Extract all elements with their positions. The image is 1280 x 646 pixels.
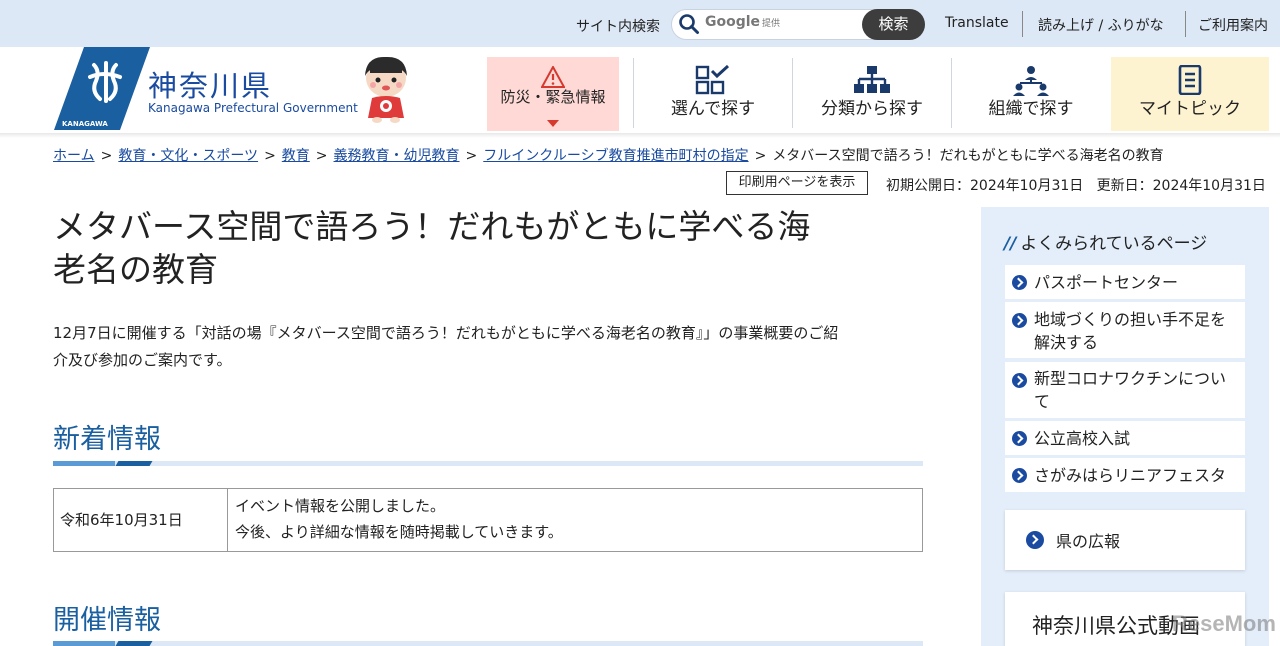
tree-icon	[854, 66, 890, 93]
section-heading-news: 新着情報	[53, 424, 161, 455]
nav-label: 防災・緊急情報	[500, 88, 606, 106]
usage-guide-link[interactable]: ご利用案内	[1198, 15, 1268, 35]
grid-check-icon	[695, 65, 730, 95]
notebook-icon	[1178, 65, 1202, 95]
news-table: 令和6年10月31日 イベント情報を公開しました。 今後、より詳細な情報を随時掲載…	[53, 488, 923, 552]
nav-label: 分類から探す	[821, 99, 923, 119]
org-icon	[1013, 66, 1049, 96]
chevron-right-icon	[1012, 468, 1027, 483]
published-date: 初期公開日：2024年10月31日	[886, 178, 1084, 194]
kanagawa-logo-icon[interactable]: KANAGAWA	[54, 47, 150, 130]
nav-select-search[interactable]: 選んで探す	[634, 57, 792, 131]
nav-label: マイトピック	[1139, 99, 1241, 119]
sidebar-item-linear-festa[interactable]: さがみはらリニアフェスタ	[1005, 458, 1245, 492]
breadcrumb-link[interactable]: 教育・文化・スポーツ	[118, 148, 258, 164]
sidebar-card-pr[interactable]: 県の広報	[1005, 510, 1245, 570]
breadcrumb-link[interactable]: ホーム	[53, 148, 95, 164]
news-date: 令和6年10月31日	[54, 489, 228, 551]
breadcrumb-link[interactable]: フルインクルーシブ教育推進市町村の指定	[483, 148, 748, 164]
translate-link[interactable]: Translate	[945, 15, 1009, 31]
logo-title[interactable]: 神奈川県	[148, 63, 272, 105]
chevron-right-icon	[1012, 431, 1027, 446]
divider	[1022, 11, 1023, 37]
watermark-logo: ReseMom	[1172, 611, 1276, 636]
header-shadow	[0, 133, 1280, 138]
breadcrumb-current: メタバース空間で語ろう！だれもがともに学べる海老名の教育	[772, 148, 1164, 164]
news-body: イベント情報を公開しました。 今後、より詳細な情報を随時掲載していきます。	[235, 497, 563, 541]
mascot-icon	[365, 56, 407, 123]
nav-label: 選んで探す	[670, 99, 756, 119]
chevron-right-icon	[1012, 313, 1027, 328]
breadcrumb-link[interactable]: 教育	[282, 148, 310, 164]
print-page-button[interactable]: 印刷用ページを表示	[726, 171, 868, 195]
read-aloud-link[interactable]: 読み上げ / ふりがな	[1038, 15, 1164, 35]
nav-disaster-info[interactable]: 防災・緊急情報	[487, 57, 619, 131]
chevron-right-icon	[1026, 531, 1044, 549]
search-icon	[679, 14, 699, 34]
nav-my-topic[interactable]: マイトピック	[1111, 57, 1269, 131]
divider	[1185, 11, 1186, 37]
warning-icon	[541, 66, 565, 88]
nav-label: 組織で探す	[988, 99, 1074, 119]
nav-organization-search[interactable]: 組織で探す	[952, 57, 1110, 131]
sidebar-title: //よくみられているページ	[1004, 234, 1208, 254]
page-title: メタバース空間で語ろう！だれもがともに学べる海 老名の教育	[53, 207, 811, 289]
heading-rule	[53, 641, 923, 646]
logo-mark-text: KANAGAWA	[62, 120, 108, 128]
updated-date: 更新日：2024年10月31日	[1096, 178, 1266, 194]
search-button[interactable]: 検索	[862, 9, 925, 40]
chevron-down-icon	[547, 120, 559, 127]
breadcrumb: ホーム > 教育・文化・スポーツ > 教育 > 義務教育・幼児教育 > フルインクルーシブ教育推…	[53, 148, 1164, 164]
sidebar-item-high-school-exam[interactable]: 公立高校入試	[1005, 421, 1245, 455]
section-heading-event: 開催情報	[53, 605, 161, 636]
sidebar-item-community[interactable]: 地域づくりの担い手不足を 解決する	[1005, 302, 1245, 358]
logo-subtitle: Kanagawa Prefectural Government	[148, 101, 358, 115]
breadcrumb-link[interactable]: 義務教育・幼児教育	[334, 148, 460, 164]
search-placeholder: Google 提供	[705, 14, 781, 30]
intro-text: 12月7日に開催する「対話の場『メタバース空間で語ろう！だれもがともに学べる海老…	[53, 324, 839, 369]
chevron-right-icon	[1012, 373, 1027, 388]
sidebar-item-vaccine[interactable]: 新型コロナワクチンについて	[1005, 362, 1245, 418]
sidebar-item-passport[interactable]: パスポートセンター	[1005, 265, 1245, 299]
search-label: サイト内検索	[576, 19, 660, 35]
page-dates: 初期公開日：2024年10月31日 更新日：2024年10月31日	[886, 175, 1266, 195]
nav-category-search[interactable]: 分類から探す	[793, 57, 951, 131]
chevron-right-icon	[1012, 275, 1027, 290]
heading-rule	[53, 461, 923, 466]
